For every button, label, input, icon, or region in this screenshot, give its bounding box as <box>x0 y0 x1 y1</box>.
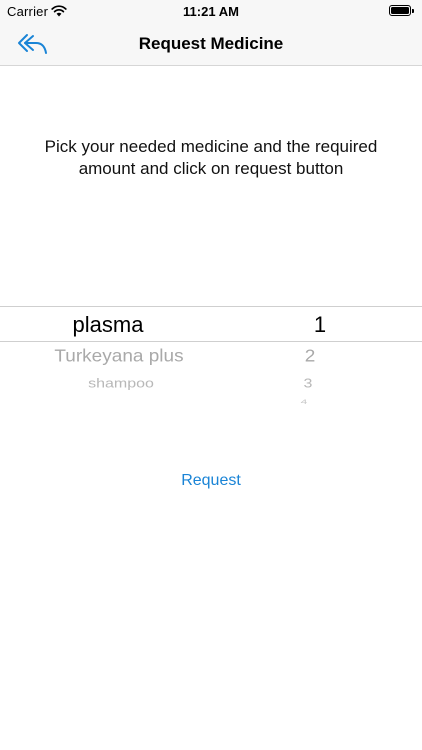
picker-quantity-option[interactable]: 3 <box>288 377 328 392</box>
picker-medicine-option[interactable]: shampoo <box>66 377 176 392</box>
picker-quantity-selected[interactable]: 1 <box>300 312 340 338</box>
picker-quantity-option[interactable]: 4 <box>284 399 324 405</box>
picker-quantity-option[interactable]: 2 <box>290 347 330 367</box>
battery-icon <box>389 5 414 16</box>
clock: 11:21 AM <box>183 4 239 19</box>
status-bar: Carrier 11:21 AM <box>0 0 422 22</box>
picker-medicine-selected[interactable]: plasma <box>43 312 173 338</box>
picker-selection-top-line <box>0 306 422 307</box>
picker-selection-bottom-line <box>0 341 422 342</box>
request-button[interactable]: Request <box>0 472 422 490</box>
medicine-picker[interactable]: plasma Turkeyana plus shampoo 1 2 3 4 <box>0 300 422 430</box>
page-title: Request Medicine <box>138 34 284 53</box>
instructions-text: Pick your needed medicine and the requir… <box>44 137 378 178</box>
navigation-bar: Request Medicine <box>0 22 422 66</box>
picker-medicine-option[interactable]: Turkeyana plus <box>41 347 197 367</box>
